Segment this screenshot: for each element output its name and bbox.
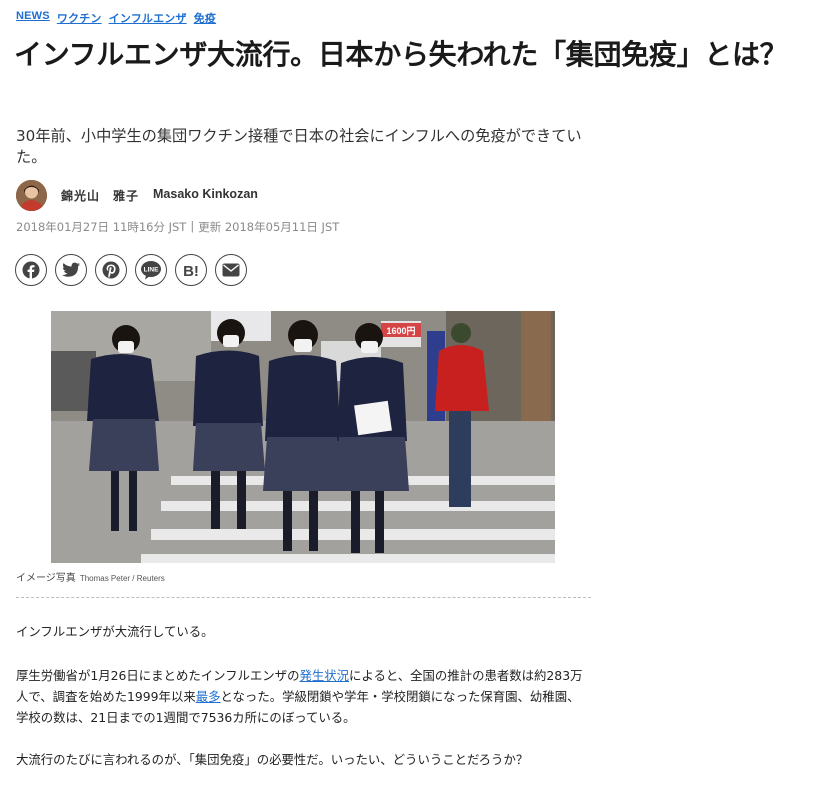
hatena-bookmark-icon: B!: [183, 263, 199, 278]
body-paragraph-1: インフルエンザが大流行している。: [16, 624, 214, 639]
line-icon: LINE: [141, 261, 161, 280]
share-email-button[interactable]: [215, 254, 247, 286]
share-hatena-button[interactable]: B!: [175, 254, 207, 286]
tag-immunity[interactable]: 免疫: [194, 10, 216, 26]
share-line-button[interactable]: LINE: [135, 254, 167, 286]
article-title: インフルエンザ大流行。日本から失われた「集団免疫」とは？: [14, 38, 788, 71]
author-names: 錦光山 雅子 Masako Kinkozan: [61, 187, 258, 204]
record-high-link[interactable]: 最多: [196, 689, 221, 704]
tag-list: NEWS ワクチン インフルエンザ 免疫: [16, 10, 216, 26]
p2-text-a: 厚生労働省が1月26日にまとめたインフルエンザの: [16, 668, 300, 683]
article-subtitle: 30年前、小中学生の集団ワクチン接種で日本の社会にインフルへの免疫ができていた。: [16, 127, 582, 166]
tag-news[interactable]: NEWS: [16, 10, 50, 26]
photo-caption: イメージ写真 Thomas Peter / Reuters: [16, 569, 165, 584]
outbreak-status-link[interactable]: 発生状況: [299, 668, 349, 683]
caption-text: イメージ写真: [16, 573, 76, 584]
twitter-icon: [62, 262, 80, 277]
facebook-icon: [22, 261, 40, 279]
updated-date: 更新 2018年05月11日 JST: [198, 220, 340, 234]
share-buttons: LINE B!: [15, 254, 247, 286]
author-name-jp[interactable]: 錦光山 雅子: [61, 187, 139, 204]
article-photo: 1600円: [51, 311, 555, 563]
share-pinterest-button[interactable]: [95, 254, 127, 286]
divider: [16, 597, 591, 598]
tag-vaccine[interactable]: ワクチン: [57, 10, 102, 26]
body-paragraph-3: 大流行のたびに言われるのが、「集団免疫」の必要性だ。いったい、どういうことだろう…: [16, 752, 529, 767]
byline: 錦光山 雅子 Masako Kinkozan: [16, 180, 258, 211]
photo-credit: Thomas Peter / Reuters: [79, 574, 165, 583]
pinterest-icon: [102, 261, 120, 279]
published-date: 2018年01月27日 11時16分 JST: [16, 220, 187, 234]
author-avatar[interactable]: [16, 180, 47, 211]
share-twitter-button[interactable]: [55, 254, 87, 286]
hatena-label: B!: [183, 263, 199, 278]
line-label: LINE: [144, 267, 159, 274]
sign-price: 1600円: [386, 326, 415, 336]
tag-influenza[interactable]: インフルエンザ: [109, 10, 187, 26]
share-facebook-button[interactable]: [15, 254, 47, 286]
email-icon: [222, 263, 240, 277]
date-separator: |: [190, 219, 195, 233]
body-paragraph-2: 厚生労働省が1月26日にまとめたインフルエンザの発生状況によると、全国の推計の患…: [16, 665, 591, 728]
author-name-en[interactable]: Masako Kinkozan: [153, 187, 258, 204]
article-dates: 2018年01月27日 11時16分 JST | 更新 2018年05月11日 …: [16, 219, 339, 235]
